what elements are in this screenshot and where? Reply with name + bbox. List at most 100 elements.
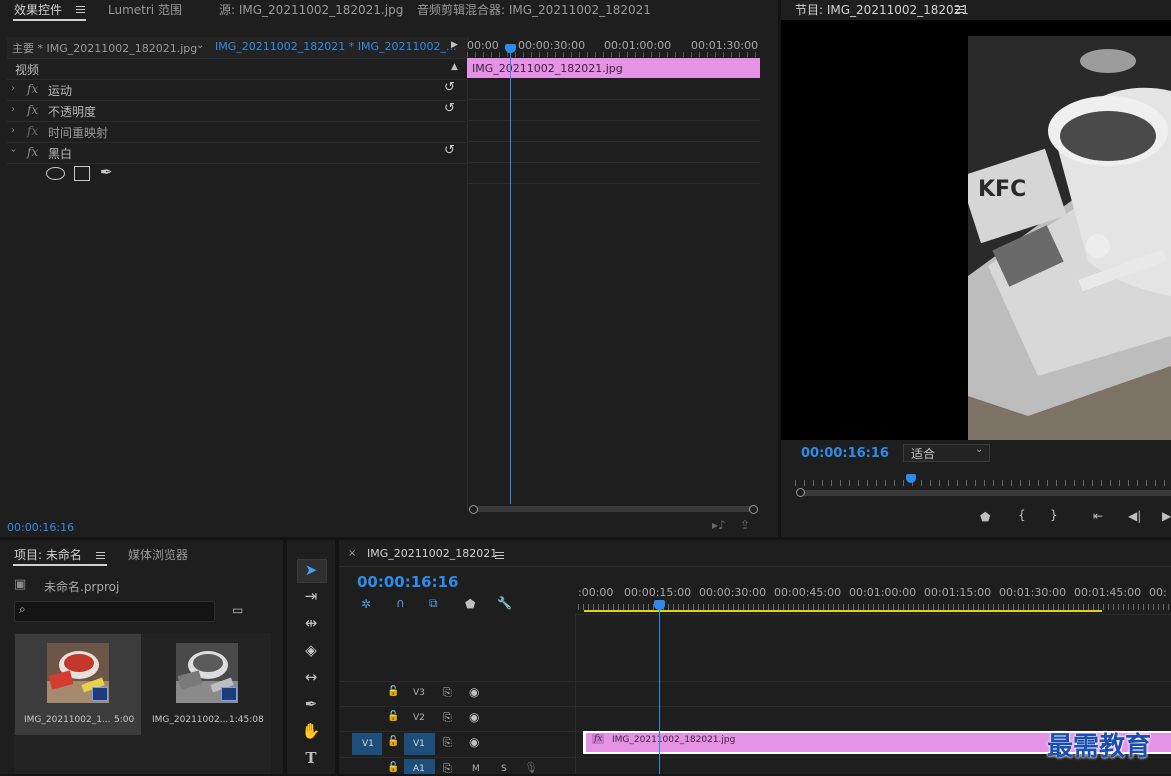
timeline-ruler-label: 00:01:30:00: [999, 586, 1067, 599]
play-icon[interactable]: ▶: [1162, 509, 1171, 523]
lock-icon[interactable]: 🔓: [387, 711, 399, 722]
lock-icon[interactable]: 🔓: [387, 736, 399, 747]
sequence-badge-icon: [92, 687, 108, 701]
timeline-tab-divider: [339, 566, 1171, 567]
reset-icon[interactable]: ↺: [444, 80, 455, 95]
chevron-right-icon[interactable]: ›: [11, 125, 15, 136]
microphone-icon[interactable]: 🎙: [524, 761, 538, 774]
pen-tool-icon[interactable]: ✒: [297, 693, 325, 715]
panel-menu-icon[interactable]: [955, 9, 964, 10]
sync-lock-icon[interactable]: ⎘: [443, 686, 452, 700]
chevron-down-icon[interactable]: ⌄: [196, 40, 204, 51]
track-divider: [339, 681, 1171, 682]
program-timecode[interactable]: 00:00:16:16: [801, 446, 889, 461]
timeline-ruler-label: 00:01:00:00: [849, 586, 917, 599]
chevron-right-icon[interactable]: ›: [11, 83, 15, 94]
tab-audio-clip-mixer[interactable]: 音频剪辑混合器: IMG_20211002_182021: [417, 1, 651, 18]
work-area-bar[interactable]: [584, 610, 1102, 612]
eye-icon[interactable]: ◉: [469, 710, 479, 724]
source-patch-label: V1: [362, 739, 374, 749]
tab-project[interactable]: 项目: 未命名: [14, 546, 82, 563]
timeline-playhead-handle[interactable]: [654, 600, 665, 610]
step-back-icon[interactable]: ◀|: [1128, 509, 1141, 523]
fx-badge-icon[interactable]: fx: [592, 734, 605, 744]
ellipse-mask-icon[interactable]: [46, 167, 65, 180]
ec-timecode[interactable]: 00:00:16:16: [7, 521, 74, 534]
reset-icon[interactable]: ↺: [444, 143, 455, 158]
snap-magnet-icon[interactable]: ∩: [396, 596, 405, 610]
chevron-down-icon[interactable]: ⌄: [975, 444, 983, 455]
close-icon[interactable]: ×: [348, 548, 356, 559]
project-search-input[interactable]: [34, 604, 208, 619]
scroll-handle-left[interactable]: [469, 505, 478, 514]
active-tab-underline: [13, 19, 86, 21]
panel-menu-icon[interactable]: [76, 9, 85, 10]
tab-effect-controls[interactable]: 效果控件: [14, 1, 62, 18]
razor-tool-icon[interactable]: ◈: [297, 639, 325, 661]
program-scrollbar[interactable]: [800, 490, 1171, 496]
eye-icon[interactable]: ◉: [469, 735, 479, 749]
reset-icon[interactable]: ↺: [444, 101, 455, 116]
collapse-up-icon[interactable]: ▲: [451, 62, 458, 72]
lock-icon[interactable]: 🔓: [387, 686, 399, 697]
program-monitor-title[interactable]: 节目: IMG_20211002_182021: [795, 1, 969, 18]
timeline-timecode[interactable]: 00:00:16:16: [357, 573, 459, 591]
add-marker-icon[interactable]: ⬟: [980, 510, 990, 524]
type-tool-icon[interactable]: T: [297, 747, 325, 769]
header-divider: [575, 614, 576, 774]
ec-zoom-scrollbar[interactable]: [474, 506, 754, 512]
master-clip-label[interactable]: 主要 * IMG_20211002_182021.jpg: [12, 40, 197, 56]
mute-button[interactable]: M: [472, 764, 480, 774]
track-divider: [339, 706, 1171, 707]
tab-lumetri-scopes[interactable]: Lumetri 范围: [108, 1, 182, 18]
solo-button[interactable]: S: [501, 764, 507, 774]
export-icon[interactable]: ⇪: [740, 518, 750, 532]
scroll-handle-right[interactable]: [749, 505, 758, 514]
timeline-playhead-line: [659, 604, 660, 774]
timeline-ruler-label: 00:00:30:00: [699, 586, 767, 599]
lock-icon[interactable]: 🔓: [387, 762, 399, 773]
add-marker-icon[interactable]: ⬟: [465, 597, 475, 611]
mark-in-icon[interactable]: {: [1018, 508, 1026, 522]
track-label-v2: V2: [413, 713, 425, 723]
chevron-down-icon[interactable]: ›: [8, 149, 19, 153]
ec-playhead-line: [510, 44, 511, 504]
track-label-v3: V3: [413, 688, 425, 698]
tab-source-monitor[interactable]: 源: IMG_20211002_182021.jpg: [219, 1, 403, 18]
project-item-duration: 5:00: [114, 715, 135, 725]
mark-out-icon[interactable]: }: [1050, 508, 1058, 522]
sequence-clip-label[interactable]: IMG_20211002_182021 * IMG_20211002_...: [215, 40, 456, 53]
video-section-label: 视频: [15, 63, 40, 77]
selection-tool-icon[interactable]: ➤: [297, 559, 325, 581]
project-item-duration: 1:45:08: [229, 715, 264, 725]
panel-menu-icon[interactable]: [495, 555, 504, 556]
play-arrow-icon[interactable]: ▶: [451, 40, 458, 50]
effect-row-motion[interactable]: [7, 80, 466, 101]
slip-tool-icon[interactable]: ↔: [297, 666, 325, 688]
fx-icon[interactable]: fx: [27, 82, 38, 96]
panel-menu-icon[interactable]: [96, 555, 105, 556]
rectangle-mask-icon[interactable]: [74, 166, 90, 181]
effect-label: 时间重映射: [48, 126, 109, 140]
go-to-in-icon[interactable]: ⇤: [1093, 509, 1103, 523]
fx-icon[interactable]: fx: [27, 103, 38, 117]
sync-lock-icon[interactable]: ⎘: [443, 736, 452, 750]
hand-tool-icon[interactable]: ✋: [297, 720, 325, 742]
ec-playhead-handle[interactable]: [505, 44, 516, 53]
effect-row-black-white[interactable]: [7, 143, 466, 164]
chevron-right-icon[interactable]: ›: [11, 104, 15, 115]
sync-lock-icon[interactable]: ⎘: [443, 711, 452, 725]
audio-only-icon[interactable]: ▸♪: [712, 518, 726, 532]
pen-mask-icon[interactable]: ✒: [100, 163, 113, 181]
new-search-bin-icon[interactable]: ▭: [232, 603, 243, 617]
eye-icon[interactable]: ◉: [469, 685, 479, 699]
linked-selection-icon[interactable]: ⧉: [429, 596, 438, 611]
scroll-handle-left[interactable]: [796, 488, 805, 497]
nest-sequence-icon[interactable]: ✲: [361, 597, 371, 611]
wrench-settings-icon[interactable]: 🔧: [497, 596, 512, 610]
track-select-tool-icon[interactable]: ⇥: [297, 585, 325, 607]
fx-icon[interactable]: fx: [27, 145, 38, 159]
tab-media-browser[interactable]: 媒体浏览器: [128, 546, 188, 563]
timeline-sequence-tab[interactable]: IMG_20211002_182021: [367, 547, 497, 560]
ripple-edit-tool-icon[interactable]: ⇹: [297, 612, 325, 634]
